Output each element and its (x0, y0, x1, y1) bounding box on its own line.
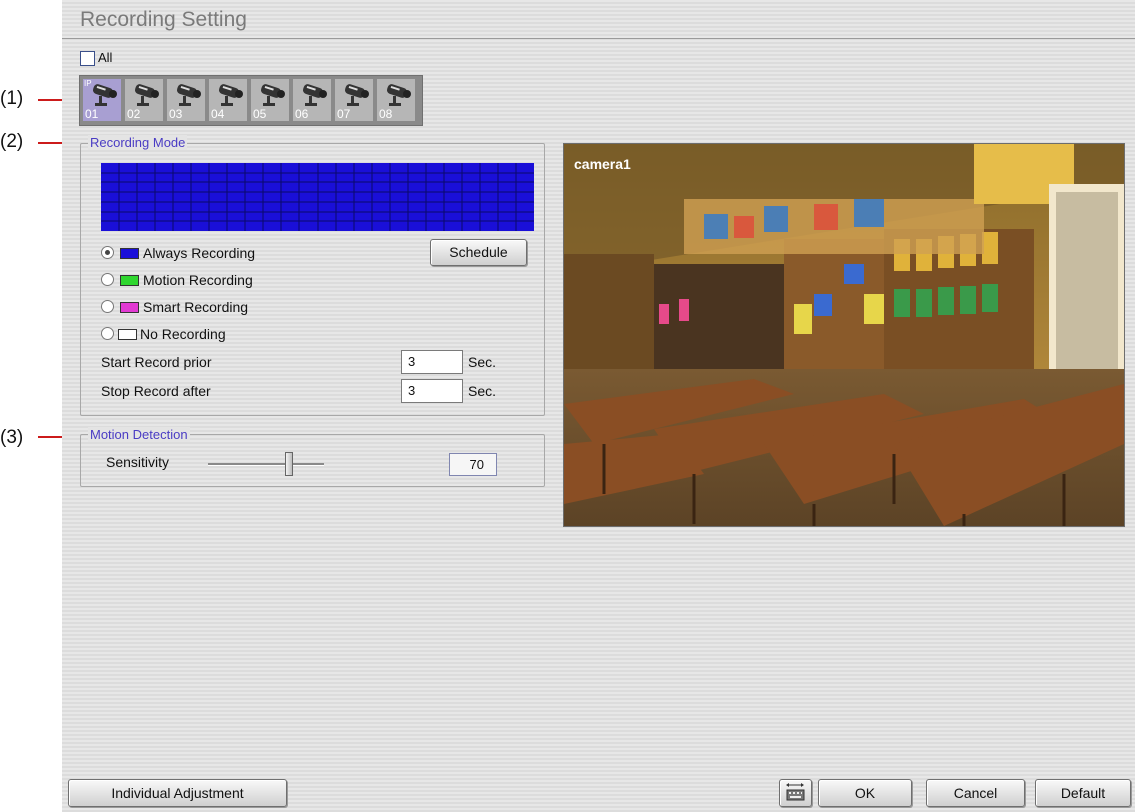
motion-recording-radio[interactable] (101, 273, 114, 286)
default-button[interactable]: Default (1035, 779, 1131, 807)
schedule-button[interactable]: Schedule (430, 239, 527, 266)
camera-tile-02[interactable]: 02 (124, 78, 164, 122)
camera-selector: IP 01 02 03 04 05 06 07 08 (79, 75, 423, 126)
stop-record-after-label: Stop Record after (101, 383, 211, 399)
camera-icon (386, 84, 411, 106)
motion-detection-legend: Motion Detection (88, 427, 190, 442)
motion-recording-swatch (120, 275, 139, 286)
preview-camera-label: camera1 (574, 156, 631, 172)
camera-tile-07[interactable]: 07 (334, 78, 374, 122)
schedule-grid-lines (101, 163, 534, 231)
individual-adjustment-button[interactable]: Individual Adjustment (68, 779, 287, 807)
callout-1: (1) (0, 88, 24, 109)
recording-mode-legend: Recording Mode (88, 135, 188, 150)
camera-number: 01 (85, 107, 99, 121)
sensitivity-slider-track[interactable] (208, 463, 324, 466)
camera-number: 07 (337, 107, 351, 121)
camera-preview: camera1 (563, 143, 1125, 527)
camera-icon (134, 84, 159, 106)
stop-record-after-input[interactable]: 3 (401, 379, 463, 403)
camera-number: 03 (169, 107, 183, 121)
all-checkbox[interactable] (80, 51, 95, 66)
camera-icon (92, 84, 117, 106)
camera-number: 04 (211, 107, 225, 121)
window-title: Recording Setting (80, 8, 247, 31)
camera-tile-06[interactable]: 06 (292, 78, 332, 122)
smart-recording-label: Smart Recording (143, 299, 249, 315)
camera-tile-01[interactable]: IP 01 (82, 78, 122, 122)
callout-3: (3) (0, 427, 24, 448)
camera-number: 02 (127, 107, 141, 121)
smart-recording-radio[interactable] (101, 300, 114, 313)
camera-icon (176, 84, 201, 106)
cancel-button[interactable]: Cancel (926, 779, 1025, 807)
camera-tile-08[interactable]: 08 (376, 78, 416, 122)
start-record-prior-unit: Sec. (468, 354, 497, 370)
ok-button[interactable]: OK (818, 779, 912, 807)
smart-recording-swatch (120, 302, 139, 313)
camera-tile-05[interactable]: 05 (250, 78, 290, 122)
callout-2: (2) (0, 131, 24, 152)
camera-icon (260, 84, 285, 106)
keyboard-button[interactable] (779, 779, 812, 807)
title-divider (62, 38, 1135, 39)
sensitivity-label: Sensitivity (106, 454, 170, 470)
start-record-prior-label: Start Record prior (101, 354, 212, 370)
all-checkbox-label: All (98, 50, 113, 65)
camera-icon (344, 84, 369, 106)
sensitivity-value: 70 (449, 453, 497, 476)
always-recording-radio[interactable] (101, 246, 114, 259)
motion-recording-label: Motion Recording (143, 272, 253, 288)
sensitivity-slider-thumb[interactable] (285, 452, 293, 476)
no-recording-radio[interactable] (101, 327, 114, 340)
camera-icon (302, 84, 327, 106)
camera-number: 08 (379, 107, 393, 121)
camera-number: 06 (295, 107, 309, 121)
camera-number: 05 (253, 107, 267, 121)
camera-tile-04[interactable]: 04 (208, 78, 248, 122)
always-recording-label: Always Recording (143, 245, 256, 261)
schedule-grid[interactable] (101, 163, 534, 231)
ip-badge: IP (84, 79, 92, 88)
camera-icon (218, 84, 243, 106)
stop-record-after-unit: Sec. (468, 383, 497, 399)
always-recording-swatch (120, 248, 139, 259)
camera-tile-03[interactable]: 03 (166, 78, 206, 122)
no-recording-swatch (118, 329, 137, 340)
start-record-prior-input[interactable]: 3 (401, 350, 463, 374)
classroom-preview-image (564, 144, 1124, 526)
keyboard-icon (786, 783, 805, 801)
no-recording-label: No Recording (140, 326, 226, 342)
